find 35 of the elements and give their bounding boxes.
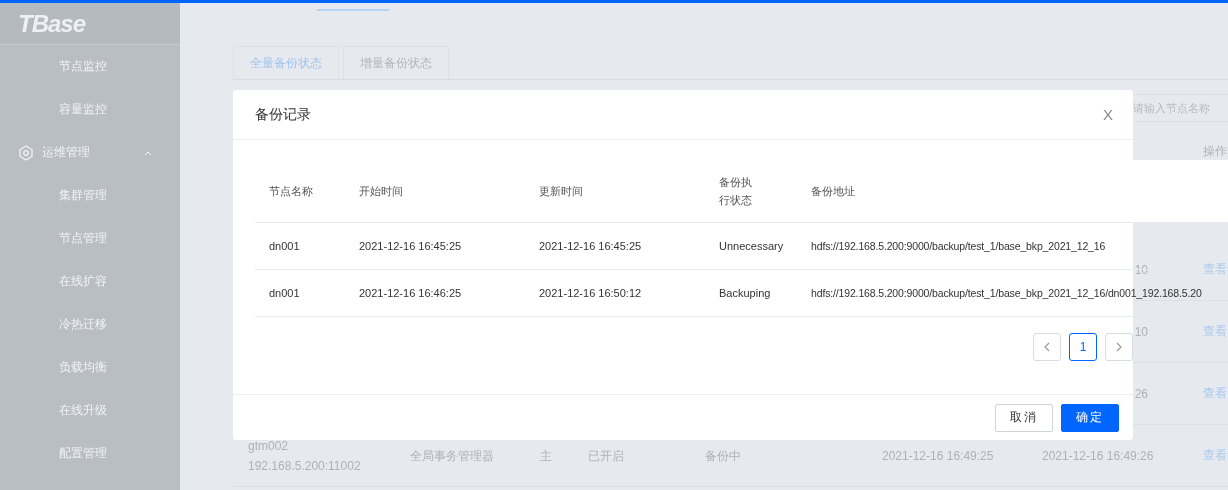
table-cell-text: Backuping xyxy=(718,287,772,299)
view-link[interactable]: 查看 xyxy=(1188,447,1228,464)
column-header: 备份地址 xyxy=(810,184,856,199)
confirm-button[interactable]: 确定 xyxy=(1061,403,1119,432)
table-cell-text: 2021-12-16 16:50:12 xyxy=(538,287,643,299)
gear-icon xyxy=(18,144,34,161)
table-cell-text: dn001 xyxy=(268,240,301,252)
table-cell-text: hdfs://192.168.5.200:9000/backup/test_1/base_bkp_2021_12_16 xyxy=(810,240,1107,252)
column-header: 更新时间 xyxy=(538,184,584,199)
table-cell-text: 2021-12-16 16:49:25 xyxy=(881,447,995,465)
next-page-button[interactable] xyxy=(1105,333,1133,361)
table-cell-text: dn001 xyxy=(268,287,301,299)
previous-page-button[interactable] xyxy=(1033,333,1061,361)
view-link[interactable]: 查看 xyxy=(1188,385,1228,402)
table-cell-text: 26 xyxy=(1133,385,1149,403)
table-cell-text: 10 xyxy=(1133,323,1149,341)
table-cell-text: hdfs://192.168.5.200:9000/backup/test_1/base_bkp_2021_12_16/dn001_192.168.5.20 xyxy=(810,287,1203,299)
chevron-right-icon xyxy=(1115,342,1123,352)
table-cell-text: Unnecessary xyxy=(718,240,785,252)
column-header: 备份执行状态 xyxy=(718,175,753,208)
close-button[interactable]: X xyxy=(1103,106,1113,123)
column-header: 节点名称 xyxy=(268,184,314,199)
dialog-title: 备份记录 xyxy=(255,105,311,124)
column-header: 开始时间 xyxy=(358,184,404,199)
table-cell-text: 2021-12-16 16:46:25 xyxy=(358,287,463,299)
page-button[interactable]: 1 xyxy=(1069,333,1097,361)
chevron-left-icon xyxy=(1043,342,1051,352)
table-cell-text: 2021-12-16 16:49:26 xyxy=(1041,447,1155,465)
view-link[interactable]: 查看 xyxy=(1188,323,1228,340)
logo: TBase xyxy=(18,9,86,38)
cancel-button[interactable]: 取消 xyxy=(995,403,1053,432)
table-cell-text: 2021-12-16 16:45:25 xyxy=(358,240,463,252)
table-cell-text: gtm002 192.168.5.200:11002 xyxy=(247,437,362,475)
table-cell-text: 2021-12-16 16:45:25 xyxy=(538,240,643,252)
tab[interactable]: 全量备份状态 xyxy=(233,46,339,79)
